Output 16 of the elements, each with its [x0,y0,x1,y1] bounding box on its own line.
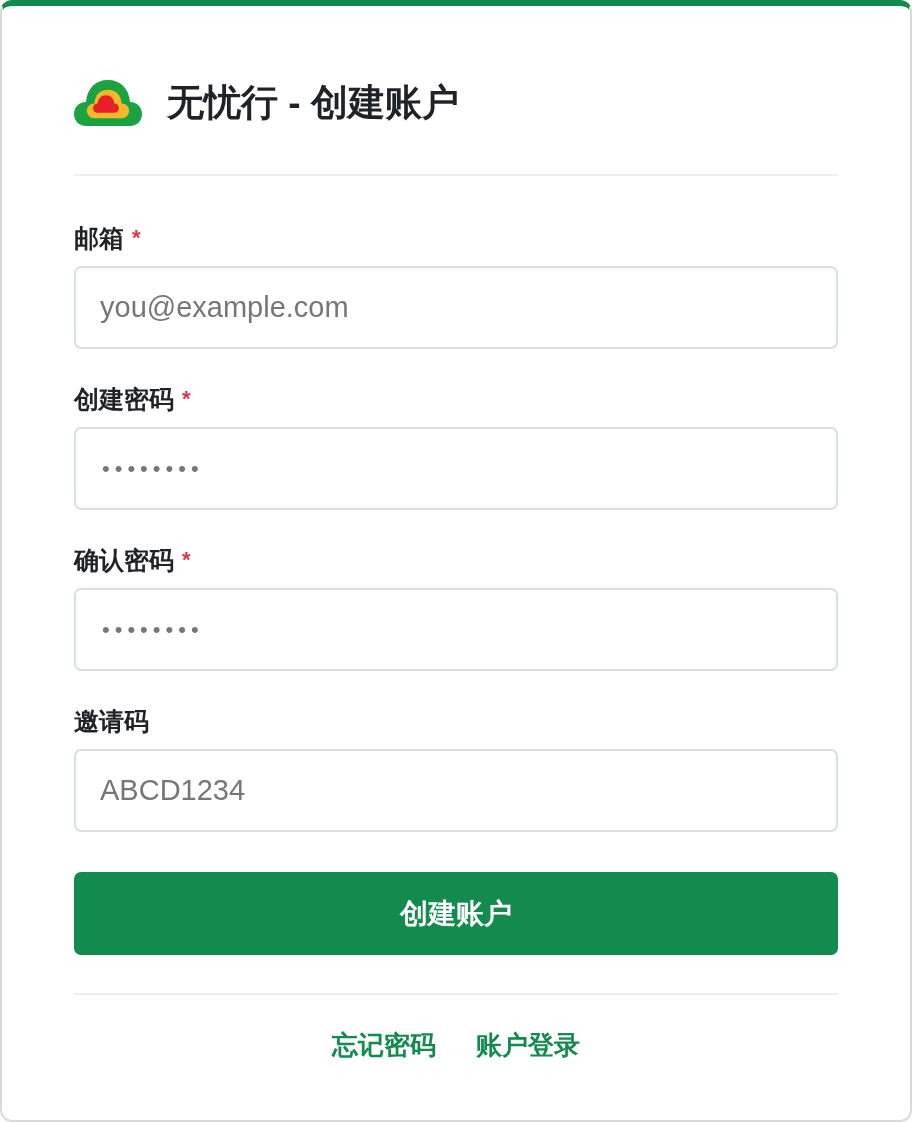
create-account-button[interactable]: 创建账户 [74,872,838,955]
field-label: 创建密码 [74,385,174,413]
input-field[interactable]: ABCD1234 [74,749,838,832]
input-field[interactable]: •••••••• [74,588,838,671]
input-field[interactable]: you@example.com [74,266,838,349]
field-label: 邮箱 [74,224,124,252]
field-label: 确认密码 [74,546,174,574]
cloud-logo-icon [74,80,142,126]
field-label: 邀请码 [74,707,149,735]
page-title: 无忧行 - 创建账户 [167,81,459,125]
required-mark: * [132,227,141,249]
footer-link[interactable]: 账户登录 [476,1029,580,1061]
input-field[interactable]: •••••••• [74,427,838,510]
footer-link[interactable]: 忘记密码 [332,1029,436,1061]
required-mark: * [182,549,191,571]
required-mark: * [182,388,191,410]
